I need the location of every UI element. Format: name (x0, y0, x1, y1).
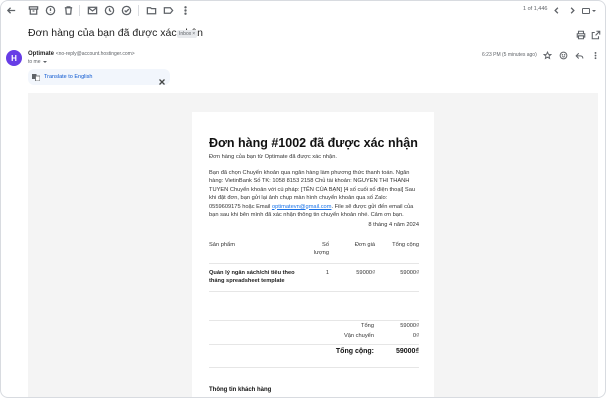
newer-chevron-left-icon[interactable] (550, 4, 563, 17)
customer-info-heading: Thông tin khách hàng (209, 387, 272, 393)
order-intro: Đơn hàng của bạn từ Optimate đã được xác… (209, 154, 337, 160)
order-confirmation-card: Đơn hàng #1002 đã được xác nhận Đơn hàng… (192, 112, 434, 397)
snooze-icon[interactable] (103, 4, 116, 17)
message-toolbar: 1 of 1,446 (1, 1, 605, 21)
translate-bar: Translate to English (28, 69, 170, 85)
add-reaction-icon[interactable] (558, 50, 568, 60)
recipient-details-toggle[interactable]: to me (28, 59, 47, 65)
mark-unread-icon[interactable] (86, 4, 99, 17)
table-row: Quản lý ngân sách/chi tiêu theo tháng sp… (209, 263, 419, 292)
col-header-quantity: Số lượng (305, 240, 329, 264)
shipping-label: Vận chuyển (343, 333, 374, 339)
label-icon[interactable] (162, 4, 175, 17)
order-title: Đơn hàng #1002 đã được xác nhận (209, 136, 418, 150)
back-arrow-icon[interactable] (5, 4, 18, 17)
reply-icon[interactable] (574, 50, 584, 60)
move-to-icon[interactable] (145, 4, 158, 17)
product-total: 59000₫ (375, 263, 419, 292)
sender-email: <no-reply@account.hostinger.com> (55, 51, 135, 57)
shipping-value: 0₫ (412, 333, 419, 339)
table-header-row: Sản phẩm Số lượng Đơn giá Tổng cộng (209, 240, 419, 264)
inbox-label-text: Inbox (179, 31, 192, 37)
subtotal-row: Tổng 59000₫ (209, 320, 419, 331)
order-items-table: Sản phẩm Số lượng Đơn giá Tổng cộng Quản… (209, 240, 419, 292)
pagination-count: 1 of 1,446 (523, 6, 548, 12)
col-header-total: Tổng cộng (375, 240, 419, 264)
older-chevron-right-icon[interactable] (566, 4, 579, 17)
chevron-down-icon (42, 61, 47, 63)
shipping-row: Vận chuyển 0₫ (209, 331, 419, 342)
toolbar-divider (138, 5, 139, 16)
star-icon[interactable] (542, 50, 552, 60)
product-name: Quản lý ngân sách/chi tiêu theo tháng sp… (209, 263, 305, 292)
sender-avatar[interactable]: H (6, 50, 22, 66)
email-timestamp: 6:23 PM (5 minutes ago) (482, 52, 537, 58)
product-unit-price: 59000₫ (329, 263, 375, 292)
subtotal-label: Tổng (361, 323, 374, 329)
grand-total-value: 59000₫ (395, 348, 419, 355)
product-quantity: 1 (305, 263, 329, 292)
gmail-message-view: 1 of 1,446 Đơn hàng của bạn đã được xác … (0, 0, 606, 398)
payment-instructions: Bạn đã chọn Chuyển khoản qua ngân hàng l… (209, 169, 419, 220)
grand-total-row: Tổng cộng: 59000₫ (209, 344, 419, 358)
recipient-text: to me (28, 59, 41, 65)
translate-link[interactable]: Translate to English (44, 74, 92, 80)
order-content: Đơn hàng #1002 đã được xác nhận Đơn hàng… (209, 136, 419, 292)
open-in-new-window-icon[interactable] (590, 29, 601, 40)
translate-icon (32, 73, 40, 81)
inbox-label-chip[interactable]: Inbox × (177, 30, 198, 38)
delete-icon[interactable] (62, 4, 75, 17)
more-options-icon[interactable] (590, 50, 600, 60)
sender-name[interactable]: Optimate (28, 51, 54, 57)
subtotal-value: 59000₫ (400, 323, 419, 329)
col-header-product: Sản phẩm (209, 240, 305, 264)
print-icon[interactable] (575, 29, 586, 40)
col-header-unit-price: Đơn giá (329, 240, 375, 264)
sender-info: Optimate <no-reply@account.hostinger.com… (28, 51, 135, 57)
grand-total-label: Tổng cộng: (335, 348, 374, 355)
report-spam-icon[interactable] (44, 4, 57, 17)
input-tools-keyboard-icon[interactable] (582, 5, 596, 16)
archive-icon[interactable] (27, 4, 40, 17)
close-icon[interactable] (158, 73, 166, 85)
divider (209, 367, 419, 368)
payment-email-link[interactable]: optimatevn@gmail.com (272, 204, 332, 210)
remove-label-icon[interactable]: × (192, 31, 195, 37)
add-to-tasks-icon[interactable] (120, 4, 133, 17)
order-date: 8 tháng 4 năm 2024 (368, 221, 419, 228)
toolbar-divider (79, 5, 80, 16)
more-vert-icon[interactable] (179, 4, 192, 17)
